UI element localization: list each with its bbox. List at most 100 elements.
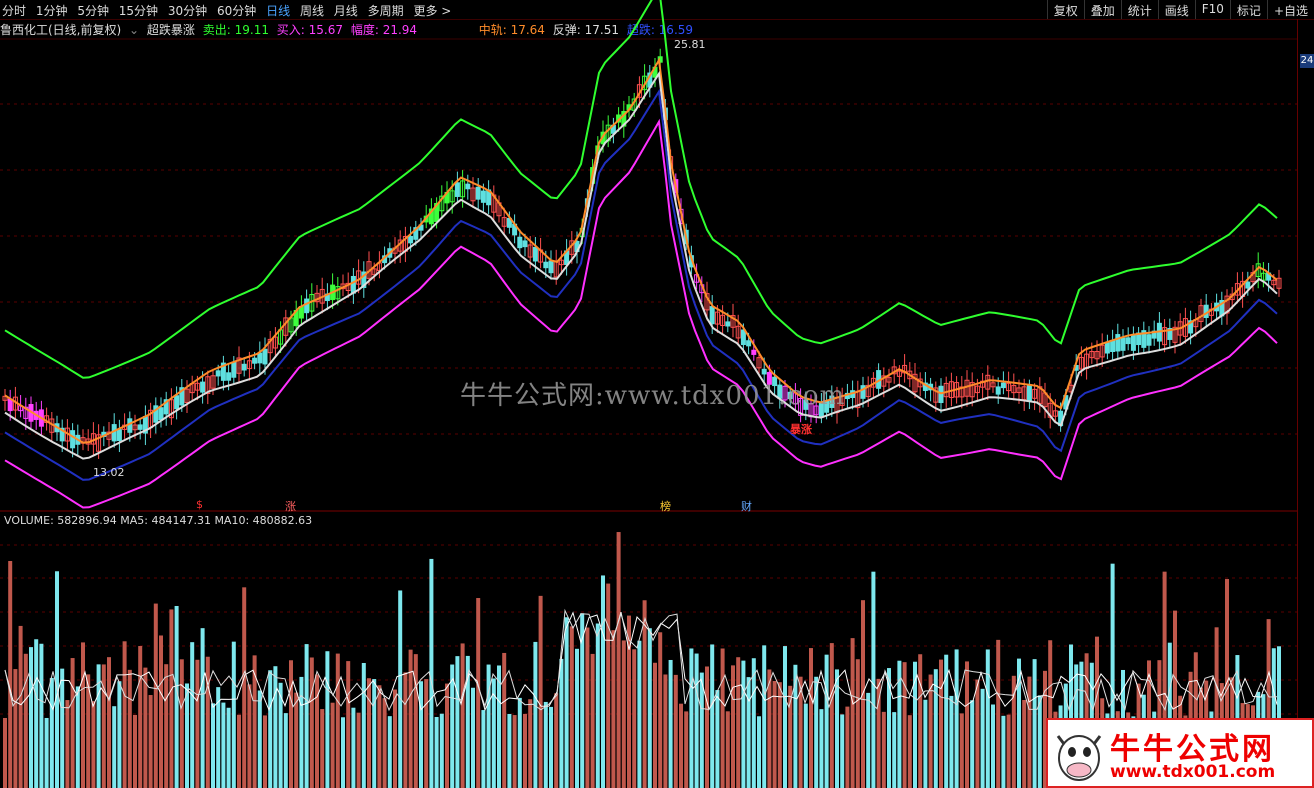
volume-bar bbox=[658, 632, 663, 788]
volume-bar bbox=[866, 692, 871, 788]
volume-bar bbox=[1022, 699, 1027, 788]
candle-body bbox=[740, 329, 746, 346]
volume-bar bbox=[601, 575, 605, 788]
volume-bar bbox=[341, 717, 345, 788]
candle-body bbox=[215, 370, 221, 377]
candle-body bbox=[532, 246, 538, 262]
volume-bar bbox=[127, 669, 132, 788]
volume-bar bbox=[777, 682, 782, 788]
volume-bar bbox=[39, 643, 44, 788]
candle-body bbox=[475, 186, 481, 200]
candle-body bbox=[480, 190, 486, 203]
volume-bar bbox=[1001, 715, 1006, 788]
candle-body bbox=[252, 357, 258, 364]
candle-body bbox=[174, 395, 180, 410]
volume-bar bbox=[980, 688, 985, 788]
signal-label: 暴涨 bbox=[790, 423, 812, 436]
volume-bar bbox=[138, 646, 143, 788]
volume-bar bbox=[346, 661, 351, 788]
volume-bar bbox=[809, 648, 813, 788]
volume-bar bbox=[330, 702, 335, 788]
candle-body bbox=[751, 349, 757, 355]
volume-bar bbox=[705, 666, 709, 788]
logo-url-text: www.tdx001.com bbox=[1110, 762, 1276, 782]
volume-bar bbox=[939, 659, 943, 788]
volume-bar bbox=[91, 701, 96, 788]
volume-bar bbox=[907, 715, 912, 788]
volume-bar bbox=[60, 668, 65, 788]
volume-bar bbox=[523, 713, 527, 788]
candle-body bbox=[241, 363, 247, 371]
volume-bar bbox=[387, 716, 392, 788]
volume-bar bbox=[294, 692, 299, 788]
volume-bar bbox=[715, 690, 720, 788]
candle-body bbox=[262, 348, 268, 365]
volume-bar bbox=[403, 672, 408, 788]
volume-bar bbox=[148, 695, 153, 788]
volume-bar bbox=[283, 713, 288, 788]
annotation-high: 25.81 bbox=[674, 38, 706, 51]
volume-bar bbox=[1032, 659, 1037, 788]
volume-bar bbox=[772, 680, 777, 788]
candle-body bbox=[231, 361, 237, 378]
volume-bar bbox=[70, 658, 75, 788]
volume-bar bbox=[304, 644, 309, 788]
candle-body bbox=[350, 275, 356, 294]
cow-logo-icon bbox=[1056, 735, 1102, 781]
candle-body bbox=[116, 429, 122, 441]
candle-body bbox=[465, 183, 471, 190]
candle-body bbox=[1125, 337, 1131, 345]
volume-bar bbox=[679, 703, 683, 788]
volume-bar bbox=[845, 706, 850, 788]
volume-bar bbox=[684, 711, 689, 788]
volume-bar bbox=[211, 703, 215, 788]
candle-body bbox=[127, 418, 133, 433]
volume-bar bbox=[559, 658, 564, 788]
volume-bar bbox=[741, 660, 746, 788]
volume-bar bbox=[361, 662, 366, 788]
volume-bar bbox=[190, 642, 195, 788]
volume-bar bbox=[179, 659, 184, 788]
candle-body bbox=[7, 398, 13, 412]
volume-bar bbox=[928, 674, 933, 788]
volume-bar bbox=[824, 654, 829, 788]
volume-bar bbox=[122, 641, 127, 788]
watermark-text: 牛牛公式网:www.tdx001.com bbox=[460, 381, 846, 411]
volume-bar bbox=[231, 641, 236, 788]
volume-bar bbox=[117, 681, 122, 788]
volume-bar bbox=[112, 706, 117, 788]
candle-body bbox=[517, 236, 523, 249]
volume-bar bbox=[673, 674, 678, 788]
candle-body bbox=[1000, 382, 1006, 389]
volume-bar bbox=[668, 659, 673, 788]
candle-body bbox=[761, 368, 767, 375]
volume-bar bbox=[783, 646, 787, 788]
candle-body bbox=[1120, 337, 1126, 351]
volume-bar bbox=[850, 638, 855, 788]
volume-bar bbox=[564, 617, 569, 788]
volume-bar bbox=[611, 630, 616, 788]
volume-bar bbox=[538, 595, 543, 788]
volume-bar bbox=[169, 609, 174, 788]
volume-bar bbox=[101, 664, 106, 788]
volume-bar bbox=[65, 700, 70, 788]
volume-bar bbox=[408, 649, 413, 788]
volume-bar bbox=[819, 709, 824, 788]
volume-bar bbox=[985, 649, 990, 788]
candle-body bbox=[709, 306, 715, 325]
volume-bar bbox=[892, 712, 897, 788]
volume-bar bbox=[471, 687, 475, 788]
volume-bar bbox=[1027, 676, 1032, 788]
volume-bar bbox=[159, 635, 163, 788]
candle-body bbox=[304, 298, 310, 314]
volume-bar bbox=[34, 639, 39, 788]
volume-bar bbox=[902, 662, 907, 788]
volume-bar bbox=[195, 659, 200, 788]
volume-bar bbox=[450, 664, 455, 788]
volume-bar bbox=[23, 653, 28, 788]
candle-body bbox=[1245, 281, 1251, 289]
candle-body bbox=[1104, 342, 1110, 354]
volume-bar bbox=[268, 670, 273, 788]
volume-bar bbox=[3, 717, 7, 788]
volume-bar bbox=[164, 664, 169, 788]
